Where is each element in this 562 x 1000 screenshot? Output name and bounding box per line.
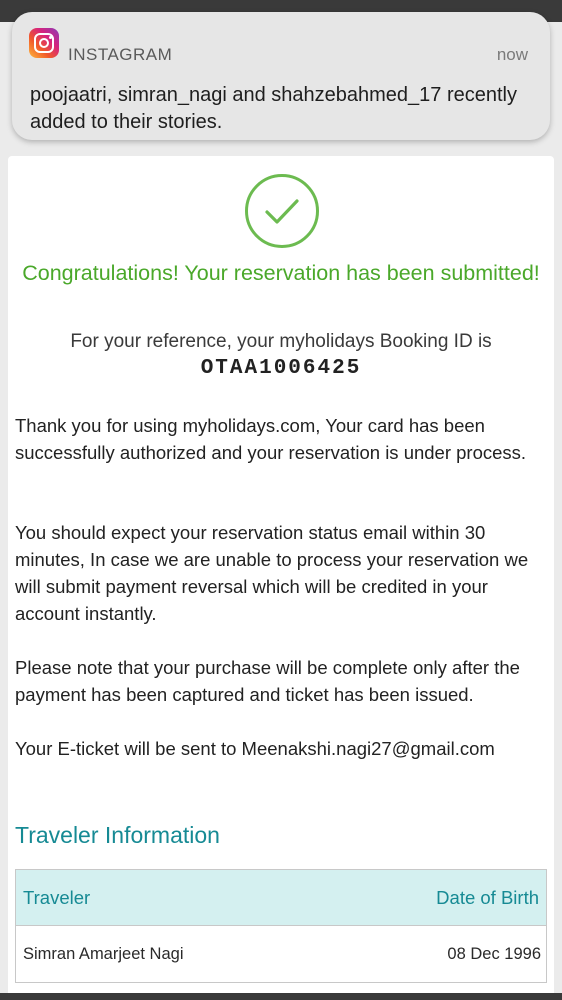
notification-app-name: INSTAGRAM bbox=[68, 45, 173, 64]
confirmation-card: Congratulations! Your reservation has be… bbox=[8, 156, 554, 1000]
column-header-traveler: Traveler bbox=[23, 886, 91, 908]
check-circle-icon bbox=[245, 174, 319, 248]
paragraph-status-email: You should expect your reservation statu… bbox=[15, 522, 529, 624]
paragraph-purchase-note: Please note that your purchase will be c… bbox=[15, 657, 520, 705]
traveler-info-title: Traveler Information bbox=[15, 822, 220, 848]
confirmation-title: Congratulations! Your reservation has be… bbox=[22, 261, 540, 285]
instagram-notification[interactable]: INSTAGRAM now poojaatri, simran_nagi and… bbox=[12, 12, 550, 140]
paragraph-eticket: Your E-ticket will be sent to Meenakshi.… bbox=[15, 738, 495, 759]
traveler-table: Traveler Date of Birth Simran Amarjeet N… bbox=[15, 869, 547, 983]
paragraph-authorized: Thank you for using myholidays.com, Your… bbox=[15, 415, 527, 463]
booking-id: OTAA1006425 bbox=[200, 357, 362, 380]
traveler-table-header: Traveler Date of Birth bbox=[16, 870, 546, 926]
bottom-bar-strip bbox=[0, 993, 562, 1000]
column-header-dob: Date of Birth bbox=[436, 886, 539, 908]
instagram-icon bbox=[29, 28, 59, 58]
notification-time: now bbox=[496, 45, 528, 64]
traveler-dob: 08 Dec 1996 bbox=[447, 944, 541, 963]
booking-reference-text: For your reference, your myholidays Book… bbox=[70, 331, 492, 352]
table-row: Simran Amarjeet Nagi 08 Dec 1996 bbox=[16, 926, 546, 982]
notification-message: poojaatri, simran_nagi and shahzebahmed_… bbox=[30, 84, 517, 133]
traveler-name: Simran Amarjeet Nagi bbox=[23, 944, 184, 963]
